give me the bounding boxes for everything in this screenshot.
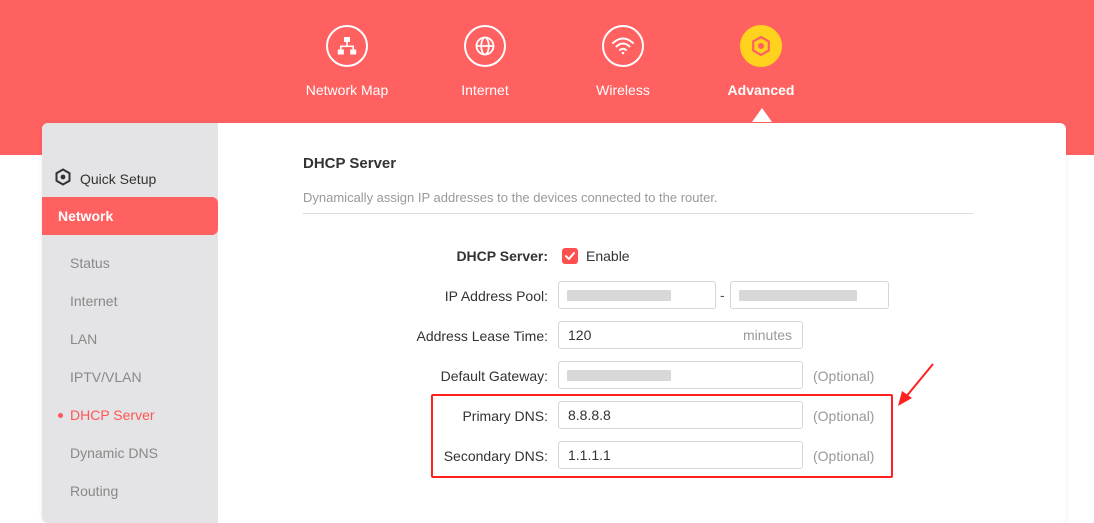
- nav-label: Network Map: [305, 82, 389, 98]
- page-description: Dynamically assign IP addresses to the d…: [303, 190, 718, 205]
- page-title: DHCP Server: [303, 155, 397, 172]
- ip-pool-start-input[interactable]: [558, 281, 716, 309]
- lease-time-label: Address Lease Time:: [416, 328, 548, 344]
- dns-highlight-box: [431, 394, 893, 478]
- gear-icon: [740, 25, 782, 67]
- redacted-value: [739, 290, 857, 301]
- optional-hint: (Optional): [813, 368, 875, 384]
- sidebar-item-lan[interactable]: LAN: [70, 331, 97, 347]
- sidebar-item-internet[interactable]: Internet: [70, 293, 117, 309]
- default-gateway-input[interactable]: [558, 361, 803, 389]
- wifi-icon: [602, 25, 644, 67]
- enable-label: Enable: [586, 248, 630, 264]
- dhcp-server-label: DHCP Server:: [456, 248, 548, 264]
- sidebar: Quick Setup Network Status Internet LAN …: [42, 123, 218, 523]
- nav-wireless[interactable]: Wireless: [558, 25, 688, 98]
- nav-advanced[interactable]: Advanced: [696, 25, 826, 98]
- default-gateway-label: Default Gateway:: [440, 368, 548, 384]
- lease-time-input[interactable]: 120 minutes: [558, 321, 803, 349]
- active-dot: [58, 413, 63, 418]
- lease-time-unit: minutes: [742, 327, 792, 343]
- sidebar-item-status[interactable]: Status: [70, 255, 110, 271]
- sidebar-item-label: Quick Setup: [80, 170, 157, 187]
- ip-pool-label: IP Address Pool:: [444, 288, 548, 304]
- nav-label: Internet: [461, 82, 509, 98]
- sidebar-item-quick-setup[interactable]: Quick Setup: [54, 168, 156, 189]
- sidebar-item-dynamic-dns[interactable]: Dynamic DNS: [70, 445, 158, 461]
- divider: [303, 213, 973, 214]
- gear-icon: [54, 168, 72, 189]
- sidebar-item-routing[interactable]: Routing: [70, 483, 118, 499]
- nav-active-pointer: [752, 108, 772, 122]
- annotation-arrow-icon: [898, 363, 934, 406]
- sidebar-item-label: DHCP Server: [70, 407, 155, 423]
- lease-time-value: 120: [568, 327, 592, 343]
- nav-label: Advanced: [727, 82, 795, 98]
- sidebar-section-network[interactable]: Network: [42, 197, 218, 235]
- redacted-value: [567, 370, 671, 381]
- nav-network-map[interactable]: Network Map: [282, 25, 412, 98]
- enable-checkbox[interactable]: [562, 248, 578, 264]
- sidebar-item-iptv-vlan[interactable]: IPTV/VLAN: [70, 369, 142, 385]
- network-map-icon: [326, 25, 368, 67]
- nav-internet[interactable]: Internet: [420, 25, 550, 98]
- ip-pool-end-input[interactable]: [730, 281, 889, 309]
- check-icon: [565, 252, 575, 260]
- nav-label: Wireless: [596, 82, 650, 98]
- globe-icon: [464, 25, 506, 67]
- range-separator: -: [720, 287, 725, 303]
- redacted-value: [567, 290, 671, 301]
- sidebar-item-dhcp-server[interactable]: DHCP Server: [58, 407, 155, 423]
